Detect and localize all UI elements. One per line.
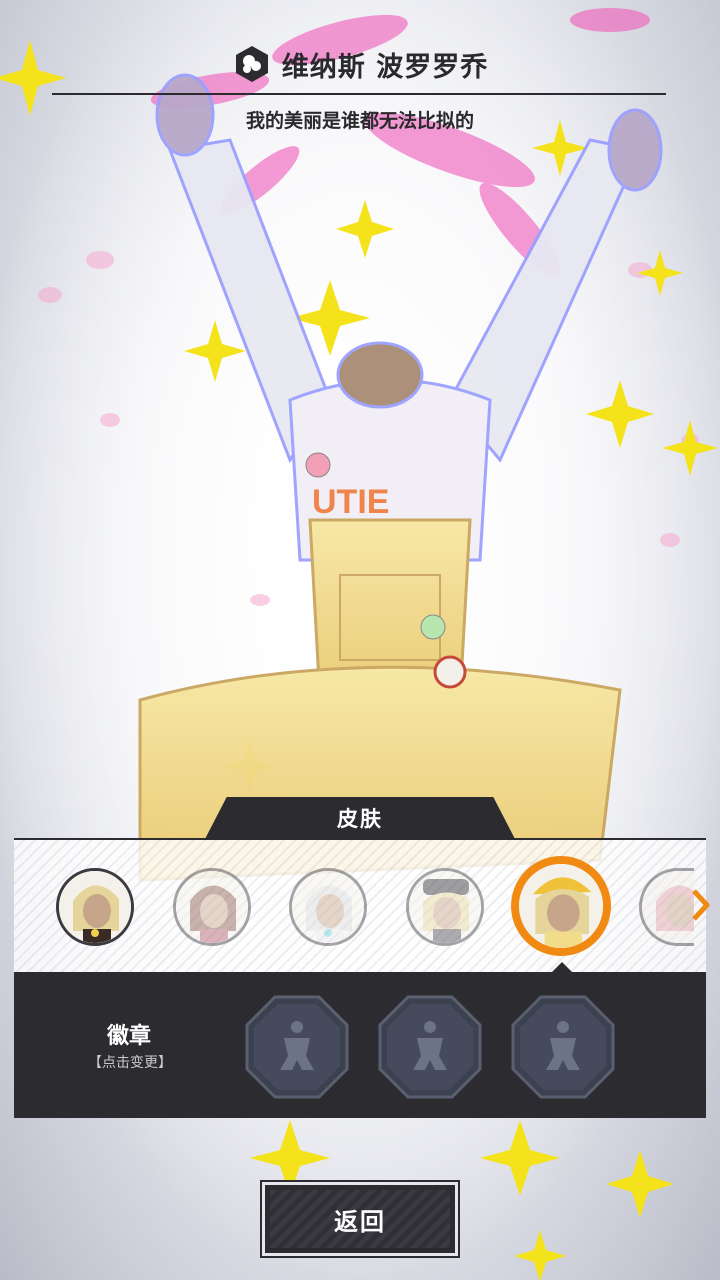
character-portrait-icon — [59, 871, 131, 943]
svg-text:UTIE: UTIE — [312, 483, 389, 521]
character-portrait-icon — [176, 871, 248, 943]
character-name: 维纳斯 波罗罗乔 — [281, 51, 489, 83]
back-button-label: 返回 — [334, 1207, 386, 1236]
title-divider — [52, 93, 666, 95]
header: 维纳斯 波罗罗乔 我的美丽是谁都无法比拟的 — [0, 38, 720, 132]
badge-title: 徽章 — [106, 1024, 151, 1049]
badge-silhouette-icon — [245, 995, 349, 1099]
character-portrait-icon — [409, 871, 481, 943]
badge-panel[interactable]: 徽章 【点击变更】 — [14, 972, 706, 1118]
skin-avatar-3[interactable] — [289, 868, 367, 946]
skin-avatar-5-selected[interactable] — [511, 856, 611, 956]
skin-tab-label: 皮肤 — [337, 807, 383, 831]
team-emblem-icon — [232, 44, 272, 84]
character-quote: 我的美丽是谁都无法比拟的 — [245, 110, 474, 132]
skin-avatar-6[interactable] — [639, 868, 694, 946]
badge-change-hint[interactable]: 【点击变更】 — [60, 1052, 200, 1072]
badge-slot-1[interactable] — [244, 994, 350, 1100]
badge-silhouette-icon — [378, 995, 482, 1099]
badge-silhouette-icon — [511, 995, 615, 1099]
skin-avatar-1[interactable] — [56, 868, 134, 946]
skin-tab: 皮肤 — [205, 797, 515, 839]
skin-avatar-2[interactable] — [173, 868, 251, 946]
skin-list[interactable] — [14, 838, 710, 974]
badge-slot-2[interactable] — [377, 994, 483, 1100]
badge-slot-3[interactable] — [510, 994, 616, 1100]
back-button[interactable]: 返回 — [260, 1180, 460, 1258]
skin-avatar-4[interactable] — [406, 868, 484, 946]
character-portrait-icon — [642, 871, 694, 943]
scroll-right-arrow-icon[interactable] — [690, 888, 710, 922]
character-portrait-icon — [519, 864, 603, 948]
character-portrait-icon — [292, 871, 364, 943]
